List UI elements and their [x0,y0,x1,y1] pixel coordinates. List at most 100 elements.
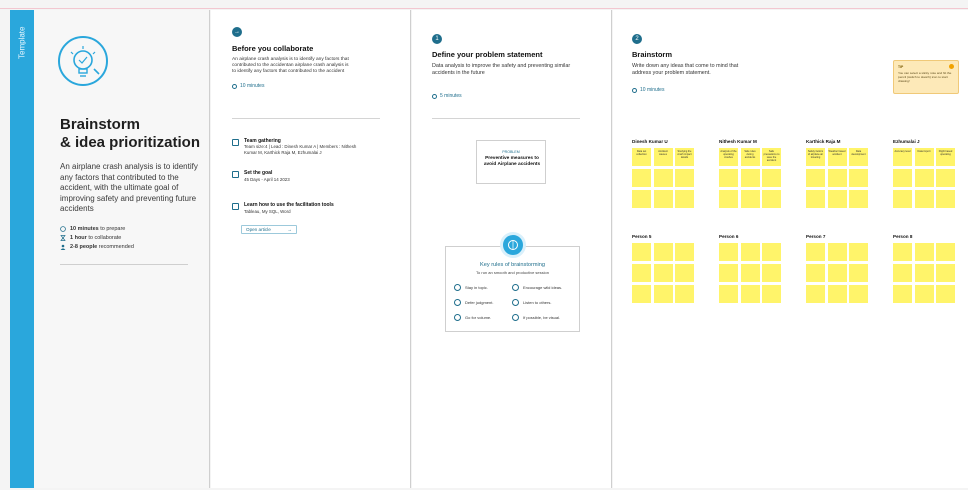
sticky-note[interactable] [806,190,825,208]
sticky-note[interactable] [849,190,868,208]
sticky-note[interactable] [632,190,651,208]
sticky-note-text: Analysis of the operating crashes [720,150,737,159]
sticky-note[interactable] [675,190,694,208]
sticky-note[interactable] [740,169,760,187]
sticky-note[interactable] [719,285,738,303]
sticky-note[interactable]: Accuracy level [893,148,912,166]
people-icon [60,244,66,250]
sticky-note[interactable] [740,285,760,303]
sticky-note[interactable] [893,264,912,282]
sticky-note[interactable] [849,264,868,282]
sticky-note[interactable] [893,285,912,303]
sticky-note[interactable]: Safe rules during accidents [740,148,760,166]
sticky-note[interactable] [914,243,934,261]
sticky-note[interactable] [675,264,694,282]
sticky-note-text: Data import [917,150,931,153]
sticky-note[interactable] [653,169,673,187]
ear-icon [512,299,519,306]
sticky-note-text: Data set collection [636,150,647,156]
brain-icon [500,232,526,258]
people-recommended: 2-8 people recommended [60,244,200,250]
sticky-note[interactable] [719,169,738,187]
sticky-note[interactable]: Data development [849,148,868,166]
sticky-note[interactable]: Safety factors of airplane air traveling [806,148,825,166]
sticky-note[interactable]: Weather based accident [827,148,847,166]
sticky-note[interactable] [936,190,955,208]
open-article-button[interactable]: Open article → [241,225,297,234]
sticky-note[interactable] [849,285,868,303]
rule-item: If possible, be visual. [512,314,560,321]
clock-icon [432,93,437,99]
sticky-note[interactable]: Data set collection [632,148,651,166]
sticky-note-text: Safe precautions to save the accident [763,150,780,162]
before-collaborate-panel[interactable] [211,10,411,488]
sticky-note[interactable] [632,264,651,282]
sticky-note[interactable] [806,264,825,282]
sticky-note[interactable] [653,285,673,303]
sticky-note[interactable]: Studying the crash impact details [675,148,694,166]
sticky-note[interactable] [893,190,912,208]
sticky-note[interactable]: Safe precautions to save the accident [762,148,781,166]
rules-subtitle: To run an smooth and productive session [476,270,549,275]
sticky-note[interactable] [806,169,825,187]
sticky-note[interactable] [762,190,781,208]
tip-label: TIP [898,65,904,69]
sticky-note[interactable] [827,285,847,303]
sticky-note[interactable] [914,285,934,303]
eye-icon [512,314,519,321]
sticky-note[interactable] [806,243,825,261]
person-name: Person 7 [806,234,826,239]
sticky-note[interactable] [827,264,847,282]
template-ribbon [10,10,34,488]
sticky-note[interactable] [914,264,934,282]
sticky-note[interactable] [632,285,651,303]
sticky-note[interactable] [719,264,738,282]
sticky-note[interactable] [762,285,781,303]
sticky-note[interactable]: Analysis of the operating crashes [719,148,738,166]
sticky-note[interactable] [740,243,760,261]
sticky-note[interactable] [653,243,673,261]
sticky-note[interactable] [827,190,847,208]
sticky-note[interactable] [849,243,868,261]
sticky-note[interactable] [762,169,781,187]
sticky-note[interactable] [762,243,781,261]
sticky-note[interactable]: Data import [914,148,934,166]
define-title: Define your problem statement [432,50,543,59]
sticky-note[interactable] [675,169,694,187]
idea-icon [512,284,519,291]
sticky-note[interactable] [675,285,694,303]
lightbulb-icon [58,36,108,86]
sticky-note-text: Safe rules during accidents [744,150,756,159]
define-description: Data analysis to improve the safety and … [432,63,571,76]
sticky-note[interactable] [936,243,955,261]
tip-note[interactable]: TIP You can select a sticky note and hit… [893,60,959,94]
sticky-note[interactable] [762,264,781,282]
sticky-note[interactable] [914,169,934,187]
sticky-note[interactable] [719,190,738,208]
sticky-note[interactable] [632,243,651,261]
sticky-note[interactable] [653,190,673,208]
sticky-note[interactable] [806,285,825,303]
sticky-note[interactable] [827,243,847,261]
sticky-note[interactable] [827,169,847,187]
sticky-note[interactable] [740,190,760,208]
sticky-note[interactable] [893,243,912,261]
sticky-note[interactable] [893,169,912,187]
sticky-note[interactable] [849,169,868,187]
sticky-note[interactable] [936,169,955,187]
sticky-note[interactable] [914,190,934,208]
tip-text: You can select a sticky note and hit the… [898,71,952,84]
tip-marker-icon [949,64,954,69]
sticky-note[interactable] [936,285,955,303]
sticky-note[interactable] [632,169,651,187]
problem-card[interactable]: PROBLEM Preventive measures to avoid Air… [476,140,546,184]
sticky-note[interactable] [936,264,955,282]
before-title: Before you collaborate [232,44,314,53]
sticky-note[interactable]: Accident causes [653,148,673,166]
sticky-note[interactable] [740,264,760,282]
sticky-note[interactable] [675,243,694,261]
problem-card-value: Preventive measures to avoid Airplane ac… [483,156,541,167]
sticky-note[interactable] [719,243,738,261]
sticky-note[interactable]: Flight based operating [936,148,955,166]
sticky-note[interactable] [653,264,673,282]
